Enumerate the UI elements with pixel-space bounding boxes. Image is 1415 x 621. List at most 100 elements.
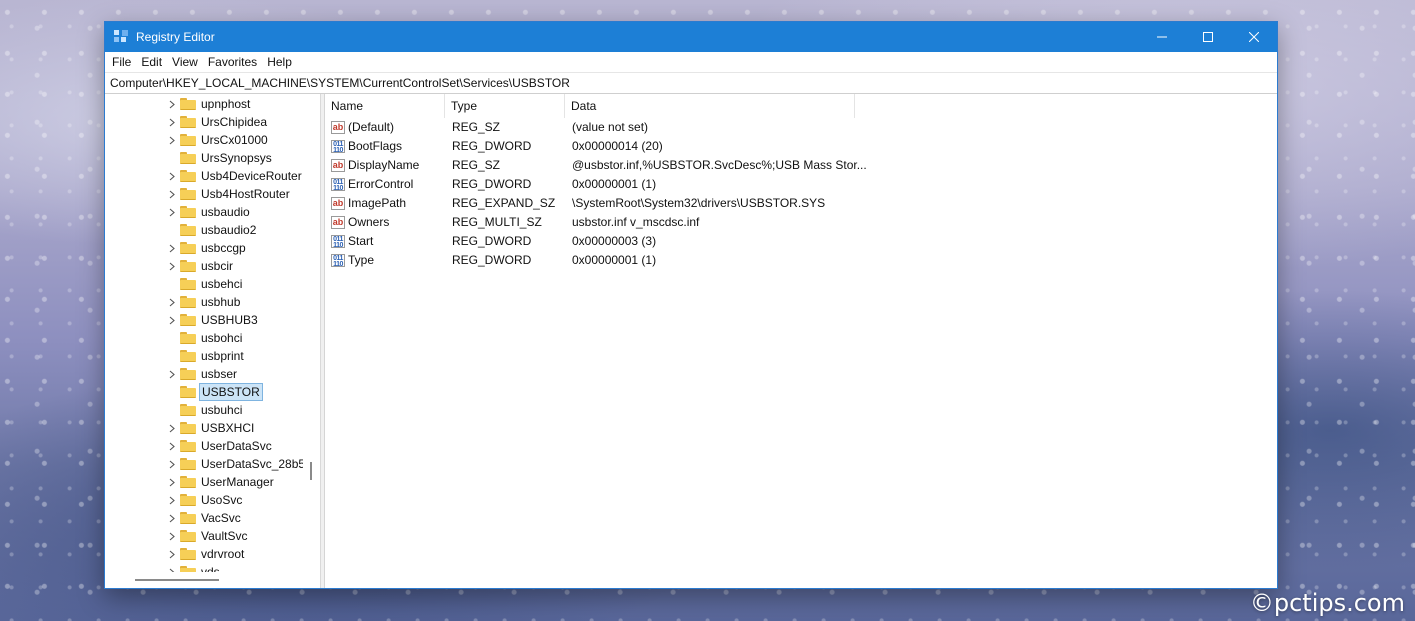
chevron-right-icon[interactable]: [167, 203, 177, 221]
folder-icon: [180, 278, 196, 290]
menu-favorites[interactable]: Favorites: [207, 55, 263, 69]
folder-icon: [180, 314, 196, 326]
address-bar[interactable]: Computer\HKEY_LOCAL_MACHINE\SYSTEM\Curre…: [105, 72, 1277, 94]
folder-icon: [180, 422, 196, 434]
column-header-name[interactable]: Name: [325, 94, 445, 118]
menu-file[interactable]: File: [111, 55, 137, 69]
binary-value-icon: 011 110: [331, 235, 345, 248]
value-data: 0x00000001 (1): [572, 177, 657, 191]
tree-item-label: vdrvroot: [201, 547, 245, 561]
value-row[interactable]: ab ImagePath REG_EXPAND_SZ \SystemRoot\Syst…: [325, 194, 1277, 213]
tree-item-label: usbaudio: [201, 205, 250, 219]
key-tree-pane[interactable]: upnphost UrsChipidea UrsCx01000 UrsSynopsys…: [105, 94, 321, 588]
close-button[interactable]: [1231, 22, 1277, 52]
string-value-icon: ab: [331, 216, 345, 229]
string-value-icon: ab: [331, 121, 345, 134]
string-value-icon: ab: [331, 197, 345, 210]
binary-value-icon: 011 110: [331, 254, 345, 267]
tree-item-label: usbcir: [201, 259, 234, 273]
chevron-right-icon[interactable]: [167, 491, 177, 509]
folder-icon: [180, 134, 196, 146]
menu-help[interactable]: Help: [266, 55, 298, 69]
value-type: REG_SZ: [452, 158, 501, 172]
chevron-right-icon[interactable]: [167, 473, 177, 491]
value-row[interactable]: ab DisplayName REG_SZ @usbstor.inf,%USBSTOR…: [325, 156, 1277, 175]
binary-value-icon: 011 110: [331, 178, 345, 191]
value-name: (Default): [348, 120, 395, 134]
value-name: BootFlags: [348, 139, 403, 153]
chevron-right-icon[interactable]: [167, 509, 177, 527]
window-title: Registry Editor: [136, 30, 215, 44]
folder-icon: [180, 350, 196, 362]
value-name: Owners: [348, 215, 390, 229]
chevron-right-icon[interactable]: [167, 185, 177, 203]
value-data: 0x00000003 (3): [572, 234, 657, 248]
tree-item-label: usbser: [201, 367, 238, 381]
chevron-right-icon[interactable]: [167, 131, 177, 149]
value-row[interactable]: 011 110 ErrorControl REG_DWORD 0x00000001 (1…: [325, 175, 1277, 194]
tree-item-label: usbprint: [201, 349, 244, 363]
tree-item-label: usbuhci: [201, 403, 243, 417]
folder-icon: [180, 368, 196, 380]
value-row[interactable]: 011 110 BootFlags REG_DWORD 0x00000014 (20): [325, 137, 1277, 156]
chevron-right-icon[interactable]: [167, 167, 177, 185]
value-row[interactable]: ab (Default) REG_SZ (value not set): [325, 118, 1277, 137]
chevron-right-icon[interactable]: [167, 311, 177, 329]
chevron-right-icon[interactable]: [167, 95, 177, 113]
value-data: \SystemRoot\System32\drivers\USBSTOR.SYS: [572, 196, 826, 210]
tree-vertical-scrollbar[interactable]: [303, 94, 319, 588]
menu-bar: File Edit View Favorites Help: [105, 52, 1277, 72]
tree-item-label: UserDataSvc: [201, 439, 272, 453]
folder-icon: [180, 98, 196, 110]
maximize-icon: [1203, 32, 1213, 42]
chevron-right-icon[interactable]: [167, 455, 177, 473]
value-type: REG_DWORD: [452, 234, 532, 248]
tree-item-label: UrsChipidea: [201, 115, 268, 129]
chevron-right-icon[interactable]: [167, 437, 177, 455]
folder-icon: [180, 206, 196, 218]
maximize-button[interactable]: [1185, 22, 1231, 52]
chevron-right-icon[interactable]: [167, 293, 177, 311]
tree-item-label: USBSTOR: [199, 383, 263, 401]
value-row[interactable]: ab Owners REG_MULTI_SZ usbstor.inf v_mscdsc…: [325, 213, 1277, 232]
tree-item-label: UrsSynopsys: [201, 151, 272, 165]
value-type: REG_EXPAND_SZ: [452, 196, 556, 210]
menu-view[interactable]: View: [171, 55, 204, 69]
folder-icon: [180, 512, 196, 524]
menu-edit[interactable]: Edit: [140, 55, 168, 69]
value-type: REG_DWORD: [452, 177, 532, 191]
value-type: REG_DWORD: [452, 253, 532, 267]
folder-icon: [180, 404, 196, 416]
tree-scrollbar-thumb[interactable]: [310, 462, 312, 480]
folder-icon: [180, 386, 196, 398]
chevron-right-icon[interactable]: [167, 365, 177, 383]
folder-icon: [180, 242, 196, 254]
chevron-right-icon[interactable]: [167, 239, 177, 257]
value-row[interactable]: 011 110 Type REG_DWORD 0x00000001 (1): [325, 251, 1277, 270]
tree-item-label: VacSvc: [201, 511, 241, 525]
folder-icon: [180, 530, 196, 542]
title-bar[interactable]: Registry Editor: [105, 22, 1277, 52]
value-name: ErrorControl: [348, 177, 414, 191]
folder-icon: [180, 170, 196, 182]
value-data: 0x00000001 (1): [572, 253, 657, 267]
folder-icon: [180, 188, 196, 200]
value-name: Type: [348, 253, 375, 267]
value-name: ImagePath: [348, 196, 407, 210]
tree-horizontal-scrollbar[interactable]: [105, 572, 303, 588]
chevron-right-icon[interactable]: [167, 419, 177, 437]
chevron-right-icon[interactable]: [167, 545, 177, 563]
tree-hscrollbar-thumb[interactable]: [135, 579, 219, 581]
watermark: ©pctips.com: [1249, 589, 1405, 617]
chevron-right-icon[interactable]: [167, 257, 177, 275]
tree-item-label: usbohci: [201, 331, 243, 345]
folder-icon: [180, 296, 196, 308]
column-header-type[interactable]: Type: [445, 94, 565, 118]
value-row[interactable]: 011 110 Start REG_DWORD 0x00000003 (3): [325, 232, 1277, 251]
chevron-right-icon[interactable]: [167, 113, 177, 131]
minimize-button[interactable]: [1139, 22, 1185, 52]
chevron-right-icon[interactable]: [167, 527, 177, 545]
column-header-data[interactable]: Data: [565, 94, 855, 118]
value-data: @usbstor.inf,%USBSTOR.SvcDesc%;USB Mass …: [572, 158, 867, 172]
list-header: Name Type Data: [325, 94, 1277, 118]
